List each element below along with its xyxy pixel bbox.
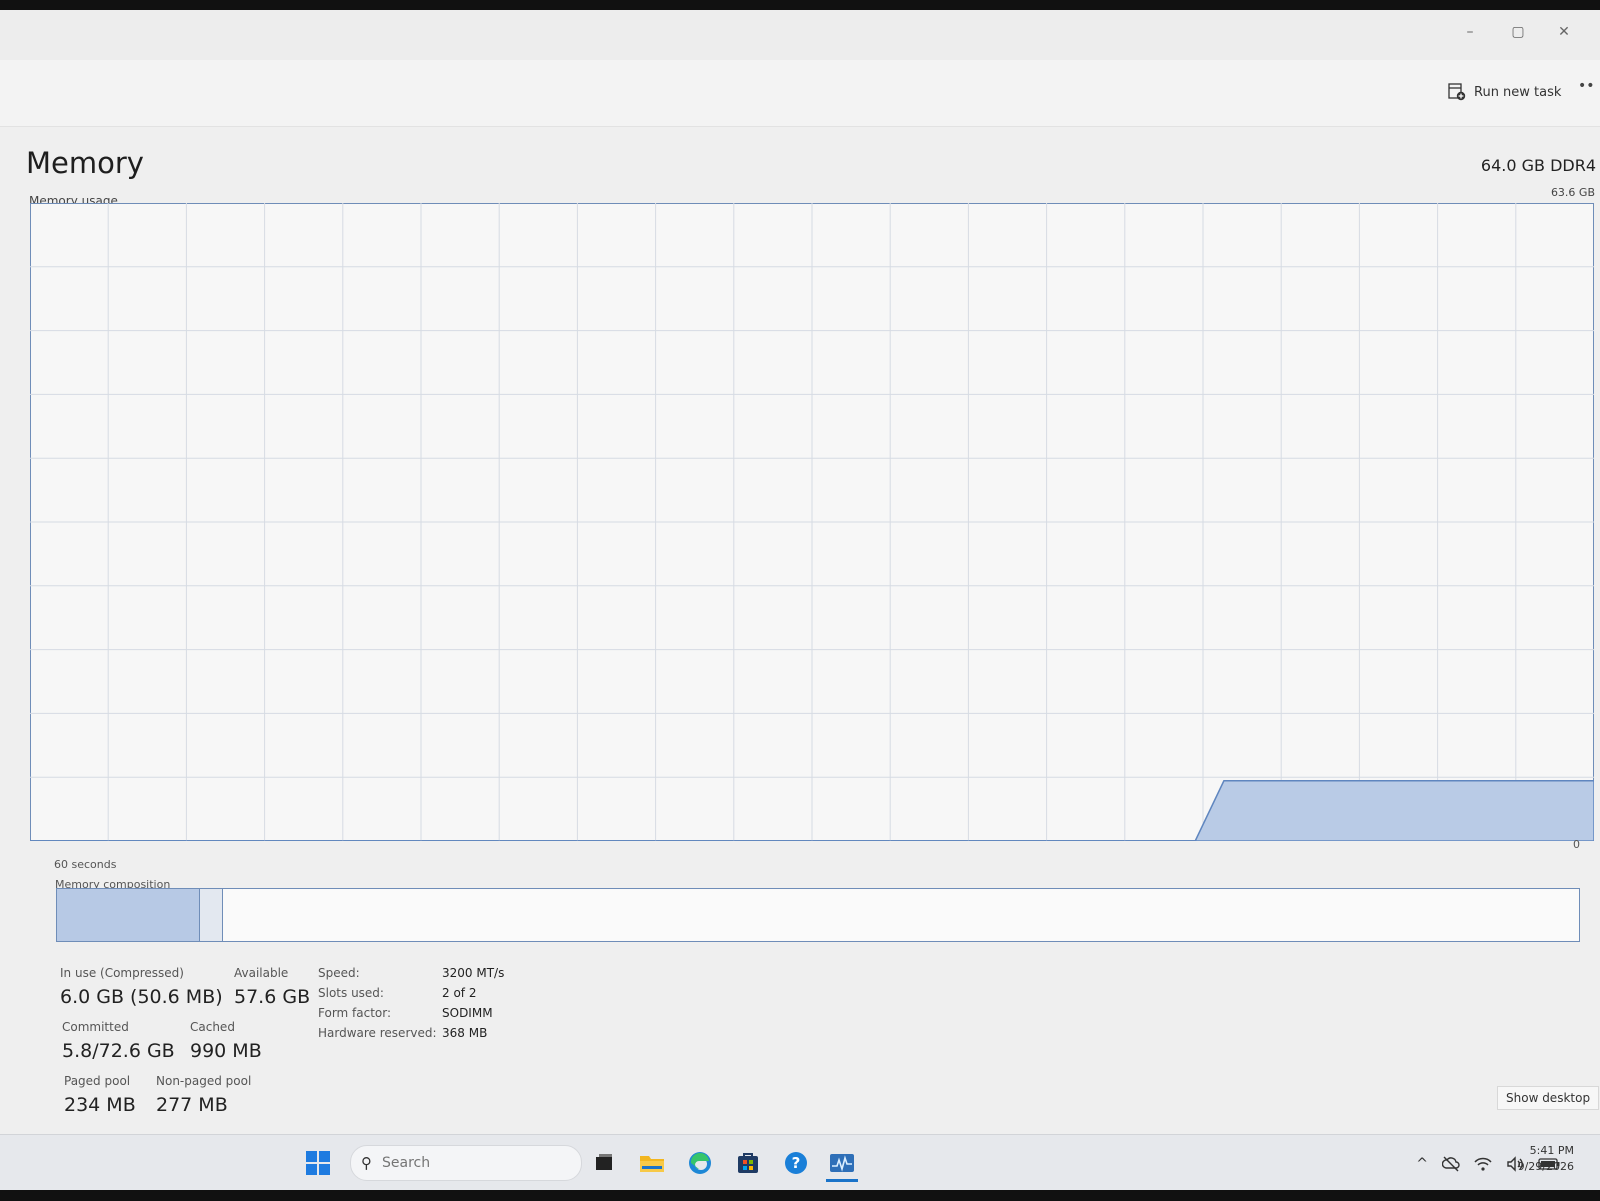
windows-logo-tile <box>319 1164 330 1175</box>
memory-usage-graph <box>30 203 1594 841</box>
committed-value: 5.8/72.6 GB <box>62 1040 175 1062</box>
taskbar: ⚲ ? ^ 5:41 PM 9/29/2026 <box>0 1134 1600 1190</box>
start-button[interactable] <box>306 1151 330 1175</box>
run-new-task-label: Run new task <box>1474 84 1562 100</box>
cached-value: 990 MB <box>190 1040 262 1062</box>
paged-pool-label: Paged pool <box>64 1074 131 1088</box>
help-icon: ? <box>785 1152 807 1174</box>
form-factor-label: Form factor: <box>318 1006 392 1020</box>
clock-date: 9/29/2026 <box>1517 1160 1574 1173</box>
speed-label: Speed: <box>318 966 360 980</box>
restore-button[interactable]: ▢ <box>1506 20 1530 44</box>
show-desktop-button[interactable]: Show desktop <box>1497 1086 1600 1110</box>
non-paged-pool-value: 277 MB <box>156 1094 228 1116</box>
screen: – ▢ ✕ Run new task •• Memory 64.0 GB DDR… <box>0 10 1600 1190</box>
taskbar-search[interactable]: ⚲ <box>350 1145 582 1181</box>
edge-icon <box>689 1152 711 1174</box>
search-input[interactable] <box>380 1154 564 1172</box>
hardware-reserved-label: Hardware reserved: <box>318 1026 437 1040</box>
taskbar-clock[interactable]: 5:41 PM 9/29/2026 <box>1508 1143 1574 1175</box>
in-use-label: In use (Compressed) <box>60 966 184 980</box>
clock-time: 5:41 PM <box>1529 1144 1574 1157</box>
windows-logo-tile <box>306 1151 317 1162</box>
store-button[interactable] <box>732 1147 764 1179</box>
available-value: 57.6 GB <box>234 986 311 1008</box>
form-factor-value: SODIMM <box>442 1006 493 1020</box>
available-label: Available <box>234 966 289 980</box>
graph-max-label: 63.6 GB <box>1550 186 1595 199</box>
windows-logo-tile <box>319 1151 330 1162</box>
close-button[interactable]: ✕ <box>1552 20 1576 44</box>
non-paged-pool-label: Non-paged pool <box>156 1074 252 1088</box>
slots-used-value: 2 of 2 <box>442 986 477 1000</box>
command-bar: Run new task •• <box>0 60 1600 127</box>
show-hidden-icons-button[interactable]: ^ <box>1416 1156 1428 1172</box>
search-icon: ⚲ <box>361 1154 372 1172</box>
store-icon <box>738 1153 758 1173</box>
speed-value: 3200 MT/s <box>442 966 505 980</box>
memory-spec: 64.0 GB DDR4 <box>1480 156 1596 175</box>
task-manager-button[interactable] <box>826 1147 858 1182</box>
get-help-button[interactable]: ? <box>780 1147 812 1179</box>
paged-pool-value: 234 MB <box>64 1094 136 1116</box>
more-options-button[interactable]: •• <box>1578 78 1595 94</box>
task-manager-icon <box>830 1154 854 1172</box>
svg-text:?: ? <box>792 1154 801 1172</box>
hardware-reserved-value: 368 MB <box>442 1026 488 1040</box>
folder-icon <box>640 1156 664 1172</box>
wifi-icon[interactable] <box>1474 1156 1492 1172</box>
memory-composition-bar <box>56 888 1580 942</box>
run-task-icon <box>1448 83 1466 101</box>
graph-time-label: 60 seconds <box>54 858 117 871</box>
graph-zero-label: 0 <box>1573 838 1580 851</box>
run-new-task-button[interactable]: Run new task <box>1448 78 1561 106</box>
onedrive-off-icon[interactable] <box>1442 1156 1460 1172</box>
in-use-value: 6.0 GB (50.6 MB) <box>60 986 223 1008</box>
page-title: Memory <box>26 146 144 180</box>
composition-in-use-segment <box>57 889 200 941</box>
edge-browser-button[interactable] <box>684 1147 716 1179</box>
title-bar: – ▢ ✕ <box>0 10 1600 60</box>
slots-used-label: Slots used: <box>318 986 384 1000</box>
task-view-icon <box>596 1154 612 1170</box>
task-view-button[interactable] <box>588 1147 620 1179</box>
composition-modified-segment <box>199 889 224 941</box>
file-explorer-button[interactable] <box>636 1147 668 1179</box>
minimize-button[interactable]: – <box>1458 20 1482 44</box>
committed-label: Committed <box>62 1020 129 1034</box>
windows-logo-tile <box>306 1164 317 1175</box>
cached-label: Cached <box>190 1020 235 1034</box>
